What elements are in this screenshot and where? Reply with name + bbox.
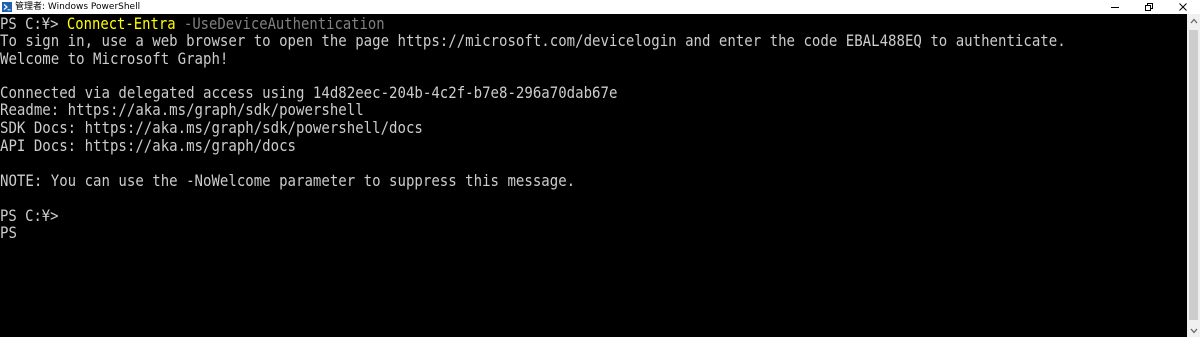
signin-instructions: To sign in, use a web browser to open th… xyxy=(0,31,1066,50)
chevron-up-icon xyxy=(1190,18,1197,23)
note-message: NOTE: You can use the -NoWelcome paramet… xyxy=(0,171,576,190)
vertical-scrollbar[interactable] xyxy=(1187,14,1200,337)
minimize-icon xyxy=(1111,7,1119,8)
scroll-thumb[interactable] xyxy=(1189,30,1198,320)
welcome-message: Welcome to Microsoft Graph! xyxy=(0,49,229,68)
api-docs-link: API Docs: https://aka.ms/graph/docs xyxy=(0,136,297,155)
sdk-docs-link: SDK Docs: https://aka.ms/graph/sdk/power… xyxy=(0,118,423,137)
restore-button[interactable] xyxy=(1132,0,1166,14)
minimize-button[interactable] xyxy=(1098,0,1132,14)
window-title: 管理者: Windows PowerShell xyxy=(15,2,141,12)
close-icon xyxy=(1179,3,1187,11)
powershell-icon xyxy=(2,2,12,12)
restore-icon xyxy=(1145,3,1153,11)
prompt: PS xyxy=(0,223,17,242)
close-button[interactable] xyxy=(1166,0,1200,14)
console-output[interactable]: PS C:¥> Connect-Entra -UseDeviceAuthenti… xyxy=(0,14,1187,337)
powershell-window: 管理者: Windows PowerShell PS C:¥> Connect-… xyxy=(0,0,1200,337)
readme-link: Readme: https://aka.ms/graph/sdk/powersh… xyxy=(0,100,364,119)
window-controls xyxy=(1098,0,1200,14)
chevron-down-icon xyxy=(1190,328,1197,333)
title-bar[interactable]: 管理者: Windows PowerShell xyxy=(0,0,1200,14)
scroll-down-button[interactable] xyxy=(1187,324,1200,337)
scroll-up-button[interactable] xyxy=(1187,14,1200,27)
